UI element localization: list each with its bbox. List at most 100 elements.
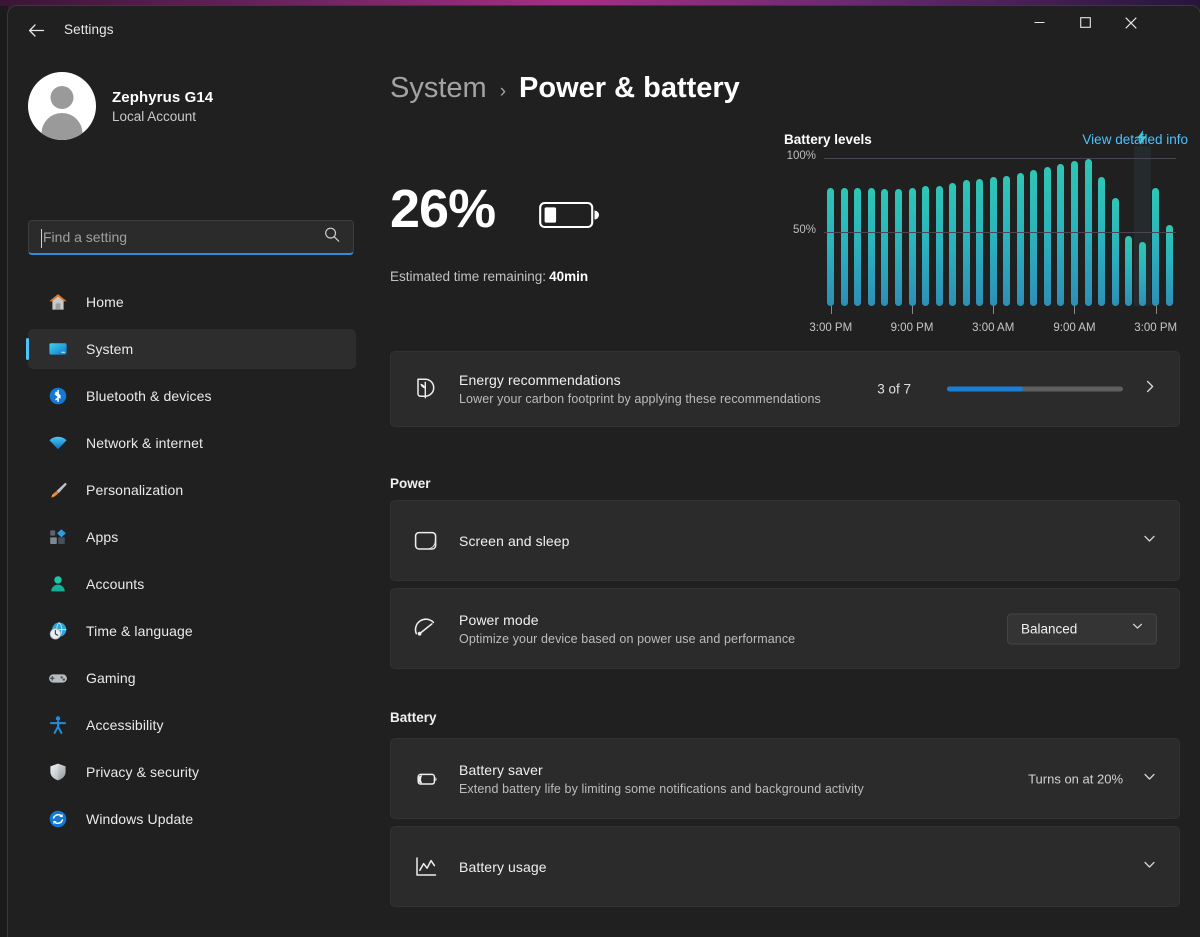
sidebar-item-accounts[interactable]: Accounts <box>28 564 356 604</box>
energy-progress-fill <box>947 386 1023 392</box>
power-mode-text: Power mode Optimize your device based on… <box>459 612 795 646</box>
account-block[interactable]: Zephyrus G14 Local Account <box>28 72 213 140</box>
chart-y-tick-label: 50% <box>792 224 816 236</box>
minimize-icon <box>1034 21 1044 24</box>
window-left-edge <box>0 6 8 937</box>
sidebar-item-label: Time & language <box>86 623 193 639</box>
sidebar-item-personalization[interactable]: Personalization <box>28 470 356 510</box>
battery-saver-subtitle: Extend battery life by limiting some not… <box>459 781 864 796</box>
wifi-icon <box>48 433 68 453</box>
sidebar-item-label: System <box>86 341 134 357</box>
chart-bar <box>935 186 943 306</box>
sidebar-item-label: Apps <box>86 529 119 545</box>
power-mode-dropdown[interactable]: Balanced <box>1007 613 1157 644</box>
sidebar-item-system[interactable]: System <box>26 329 356 369</box>
chart-x-tick <box>1155 306 1157 314</box>
close-icon <box>1125 16 1137 29</box>
chart-bar <box>976 178 984 306</box>
chart-bar <box>881 189 889 306</box>
sidebar-item-bluetooth-devices[interactable]: Bluetooth & devices <box>28 376 356 416</box>
clock-globe-icon <box>48 621 68 641</box>
close-button[interactable] <box>1108 6 1154 39</box>
chart-x-tick <box>993 306 995 314</box>
sidebar-item-apps[interactable]: Apps <box>28 517 356 557</box>
energy-recommendations-card[interactable]: Energy recommendations Lower your carbon… <box>390 351 1180 427</box>
power-section-heading: Power <box>390 476 431 491</box>
chart-x-tick <box>830 306 832 314</box>
sidebar-item-home[interactable]: Home <box>28 282 356 322</box>
chevron-right-icon[interactable] <box>1143 380 1157 399</box>
chart-bar <box>1165 224 1173 306</box>
search-input[interactable]: Find a setting <box>28 220 354 255</box>
title-bar: Settings <box>8 6 1200 54</box>
search-icon <box>324 227 340 248</box>
content-area: System › Power & battery 26% Estimated t… <box>376 54 1200 937</box>
chevron-down-icon[interactable] <box>1142 531 1157 551</box>
battery-usage-card[interactable]: Battery usage <box>390 826 1180 907</box>
minimize-button[interactable] <box>1016 6 1062 39</box>
chart-bar <box>1138 242 1146 306</box>
energy-card-text: Energy recommendations Lower your carbon… <box>459 372 821 406</box>
breadcrumb-separator-icon: › <box>499 81 507 102</box>
sidebar-nav: Home System Bluetooth & devices Network & i… <box>26 282 356 846</box>
chevron-down-icon[interactable] <box>1142 857 1157 877</box>
sidebar-item-label: Network & internet <box>86 435 203 451</box>
estimated-time-remaining: Estimated time remaining: 40min <box>390 269 588 284</box>
chart-bar <box>989 177 997 306</box>
chart-title: Battery levels <box>784 132 872 147</box>
shield-icon <box>48 762 68 782</box>
chart-gridline <box>824 232 1176 233</box>
app-title: Settings <box>64 22 114 37</box>
battery-section-heading: Battery <box>390 710 437 725</box>
chart-bar <box>1016 172 1024 306</box>
power-mode-title: Power mode <box>459 611 539 628</box>
sidebar-item-accessibility[interactable]: Accessibility <box>28 705 356 745</box>
back-button[interactable] <box>16 14 56 46</box>
battery-saver-text: Battery saver Extend battery life by lim… <box>459 762 864 796</box>
gauge-icon <box>413 616 439 642</box>
breadcrumb-parent[interactable]: System <box>390 72 487 105</box>
screen-and-sleep-card[interactable]: Screen and sleep <box>390 500 1180 581</box>
chart-x-tick <box>1074 306 1076 314</box>
sidebar-item-network-internet[interactable]: Network & internet <box>28 423 356 463</box>
chart-bar <box>962 180 970 306</box>
chart-x-tick-label: 3:00 PM <box>809 322 853 334</box>
maximize-button[interactable] <box>1062 6 1108 39</box>
energy-card-subtitle: Lower your carbon footprint by applying … <box>459 392 821 406</box>
update-icon <box>48 809 68 829</box>
sidebar-item-label: Privacy & security <box>86 764 200 780</box>
chart-x-tick <box>912 306 913 314</box>
chart-bar <box>827 187 835 306</box>
sidebar-item-gaming[interactable]: Gaming <box>28 658 356 698</box>
sidebar: Zephyrus G14 Local Account Find a settin… <box>8 54 376 937</box>
chart-bar <box>894 189 902 306</box>
sidebar-item-windows-update[interactable]: Windows Update <box>28 799 356 839</box>
screen-and-sleep-text: Screen and sleep <box>459 533 570 549</box>
sidebar-item-label: Home <box>86 294 124 310</box>
battery-low-icon <box>539 196 601 239</box>
battery-usage-text: Battery usage <box>459 859 547 875</box>
bluetooth-icon <box>48 386 68 406</box>
lightning-bolt-icon <box>1136 130 1148 150</box>
battery-saver-card[interactable]: Battery saver Extend battery life by lim… <box>390 738 1180 819</box>
settings-window: Settings Zephyrus G14 Local Account Find… <box>8 6 1200 937</box>
sidebar-item-label: Accounts <box>86 576 145 592</box>
chart-x-tick-label: 3:00 PM <box>1134 322 1178 334</box>
chart-bar <box>1098 177 1106 306</box>
battery-saver-title: Battery saver <box>459 761 543 778</box>
chart-bar <box>949 183 957 306</box>
sidebar-item-label: Accessibility <box>86 717 164 733</box>
sidebar-item-time-language[interactable]: Time & language <box>28 611 356 651</box>
sidebar-item-privacy-security[interactable]: Privacy & security <box>28 752 356 792</box>
battery-percent: 26% <box>390 179 496 239</box>
battery-usage-title: Battery usage <box>459 858 547 875</box>
chart-y-tick-label: 100% <box>786 150 816 162</box>
accessibility-icon <box>48 715 68 735</box>
maximize-icon <box>1079 17 1091 28</box>
chevron-down-icon[interactable] <box>1142 769 1157 789</box>
chart-bar <box>1070 160 1078 306</box>
chart-bar <box>1125 236 1133 306</box>
chart-bar <box>854 187 862 306</box>
chart-bar <box>1152 187 1160 306</box>
estimate-label: Estimated time remaining: <box>390 269 547 284</box>
